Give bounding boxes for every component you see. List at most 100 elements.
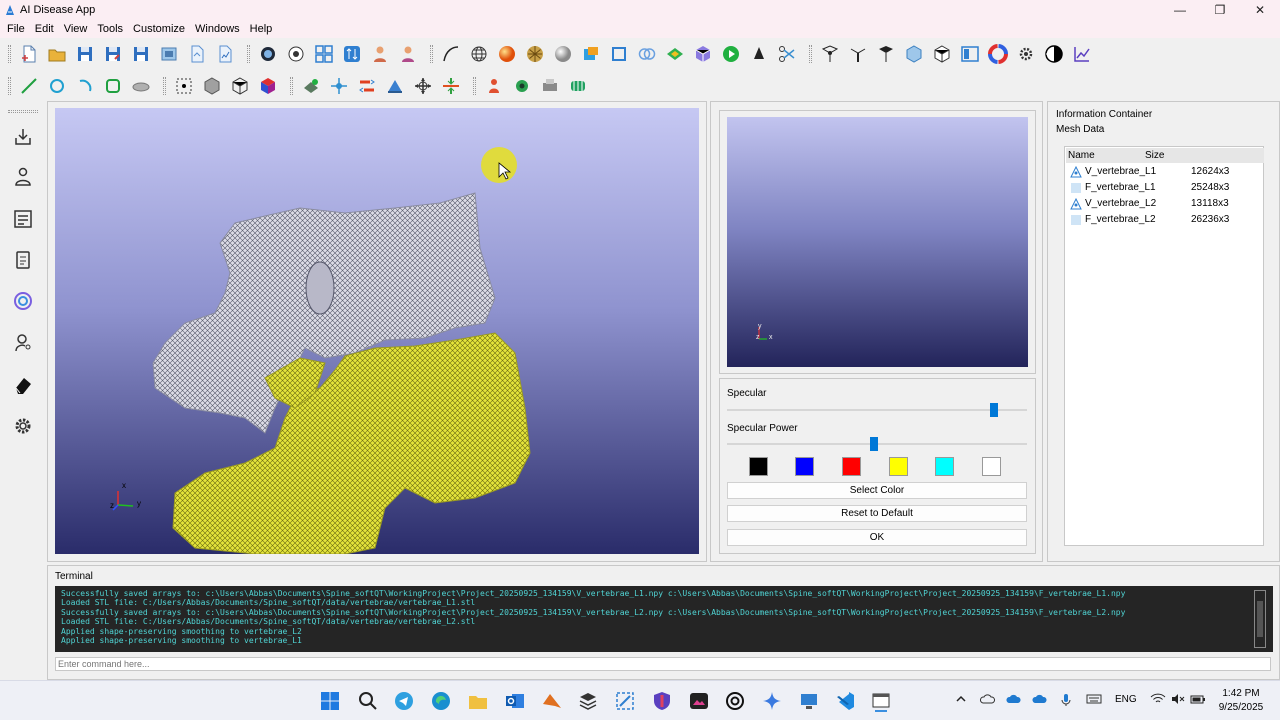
outlook-icon[interactable] bbox=[503, 689, 527, 713]
toolbar-grip[interactable] bbox=[809, 45, 812, 63]
telegram-icon[interactable] bbox=[392, 689, 416, 713]
align-icon[interactable] bbox=[353, 73, 381, 99]
screenshot-icon[interactable] bbox=[155, 41, 183, 67]
specular-slider-thumb[interactable] bbox=[990, 403, 998, 417]
transform-icon[interactable] bbox=[325, 73, 353, 99]
color-cube-icon[interactable] bbox=[254, 73, 282, 99]
wire-sphere-icon[interactable] bbox=[465, 41, 493, 67]
edge-browser-icon[interactable] bbox=[429, 689, 453, 713]
table-row[interactable]: V_vertebrae_L1 12624x3 bbox=[1066, 164, 1264, 180]
vscode-icon[interactable] bbox=[833, 689, 857, 713]
col-size-header[interactable]: Size bbox=[1145, 150, 1164, 161]
split-icon[interactable] bbox=[437, 73, 465, 99]
reset-default-button[interactable]: Reset to Default bbox=[727, 505, 1027, 522]
menu-file[interactable]: File bbox=[2, 23, 30, 35]
menu-view[interactable]: View bbox=[59, 23, 93, 35]
point-select-icon[interactable] bbox=[170, 73, 198, 99]
play-icon[interactable] bbox=[717, 41, 745, 67]
toolbar-grip[interactable] bbox=[290, 77, 293, 95]
gray-sphere-icon[interactable] bbox=[549, 41, 577, 67]
eraser-icon[interactable] bbox=[10, 372, 36, 398]
file-explorer-icon[interactable] bbox=[466, 689, 490, 713]
input-language[interactable]: ENG bbox=[1115, 694, 1137, 710]
line-tool-icon[interactable] bbox=[15, 73, 43, 99]
menu-windows[interactable]: Windows bbox=[190, 23, 245, 35]
restore-button[interactable]: ❐ bbox=[1200, 0, 1240, 20]
toolbar-grip[interactable] bbox=[473, 77, 476, 95]
spine-icon[interactable] bbox=[564, 73, 592, 99]
minimize-button[interactable]: — bbox=[1160, 0, 1200, 20]
active-app-icon[interactable] bbox=[869, 689, 893, 713]
col-name-header[interactable]: Name bbox=[1068, 150, 1095, 161]
curve-icon[interactable] bbox=[437, 41, 465, 67]
intersect-icon[interactable] bbox=[633, 41, 661, 67]
move-icon[interactable] bbox=[409, 73, 437, 99]
person-alt-icon[interactable] bbox=[394, 41, 422, 67]
settings-icon[interactable] bbox=[10, 413, 36, 439]
measure-icon[interactable] bbox=[381, 73, 409, 99]
swatch-cyan[interactable] bbox=[935, 457, 954, 476]
toolbar-grip[interactable] bbox=[247, 45, 250, 63]
select-color-button[interactable]: Select Color bbox=[727, 482, 1027, 499]
person-icon[interactable] bbox=[366, 41, 394, 67]
new-file-icon[interactable] bbox=[15, 41, 43, 67]
close-button[interactable]: ✕ bbox=[1240, 0, 1280, 20]
terminal-output[interactable]: Successfully saved arrays to: c:\Users\A… bbox=[55, 586, 1273, 652]
mesh-sphere-icon[interactable] bbox=[521, 41, 549, 67]
arc-tool-icon[interactable] bbox=[71, 73, 99, 99]
cloud-icon[interactable] bbox=[979, 693, 996, 709]
toolbar-grip[interactable] bbox=[430, 45, 433, 63]
print-icon[interactable] bbox=[536, 73, 564, 99]
specular-slider-track[interactable] bbox=[727, 409, 1027, 411]
circle-tool-icon[interactable] bbox=[43, 73, 71, 99]
eye-mesh-icon[interactable] bbox=[508, 73, 536, 99]
command-input[interactable] bbox=[55, 657, 1271, 671]
save-icon[interactable] bbox=[71, 41, 99, 67]
ok-button[interactable]: OK bbox=[727, 529, 1027, 546]
view-reset-icon[interactable] bbox=[282, 41, 310, 67]
sidebar-grip[interactable] bbox=[8, 110, 38, 113]
settings-gear-icon[interactable] bbox=[1012, 41, 1040, 67]
chatgpt-icon[interactable] bbox=[723, 689, 747, 713]
edge-select-icon[interactable] bbox=[844, 41, 872, 67]
3d-viewport[interactable]: x y z bbox=[55, 108, 699, 554]
doctor-icon[interactable] bbox=[10, 330, 36, 356]
system-clock[interactable]: 1:42 PM 9/25/2025 bbox=[1210, 687, 1272, 715]
onedrive-alt-icon[interactable] bbox=[1032, 693, 1048, 709]
table-row[interactable]: V_vertebrae_L2 13118x3 bbox=[1066, 196, 1264, 212]
contrast-icon[interactable] bbox=[1040, 41, 1068, 67]
save-all-icon[interactable] bbox=[127, 41, 155, 67]
box-view-icon[interactable] bbox=[900, 41, 928, 67]
chart-export-icon[interactable] bbox=[211, 41, 239, 67]
crop-icon[interactable] bbox=[605, 41, 633, 67]
table-row[interactable]: F_vertebrae_L2 26236x3 bbox=[1066, 212, 1264, 228]
gemini-icon[interactable] bbox=[760, 689, 784, 713]
layout-grid-icon[interactable] bbox=[310, 41, 338, 67]
panel-layout-icon[interactable] bbox=[956, 41, 984, 67]
remote-desktop-icon[interactable] bbox=[797, 689, 821, 713]
import-icon[interactable] bbox=[10, 124, 36, 150]
plot-icon[interactable] bbox=[1068, 41, 1096, 67]
swatch-blue[interactable] bbox=[795, 457, 814, 476]
swatch-yellow[interactable] bbox=[889, 457, 908, 476]
camera-icon[interactable] bbox=[254, 41, 282, 67]
wifi-icon[interactable] bbox=[1150, 693, 1166, 709]
table-row[interactable]: F_vertebrae_L1 25248x3 bbox=[1066, 180, 1264, 196]
orange-sphere-icon[interactable] bbox=[493, 41, 521, 67]
shield-app-icon[interactable] bbox=[650, 689, 674, 713]
mini-viewport[interactable]: y z x bbox=[727, 117, 1028, 367]
save-as-icon[interactable] bbox=[99, 41, 127, 67]
texture-icon[interactable] bbox=[577, 41, 605, 67]
export-icon[interactable] bbox=[183, 41, 211, 67]
mesh-tool-icon[interactable] bbox=[745, 41, 773, 67]
menu-customize[interactable]: Customize bbox=[128, 23, 190, 35]
swatch-red[interactable] bbox=[842, 457, 861, 476]
menu-tools[interactable]: Tools bbox=[92, 23, 128, 35]
patient-icon[interactable] bbox=[10, 164, 36, 190]
terminal-scrollbar[interactable] bbox=[1254, 590, 1266, 648]
keyboard-icon[interactable] bbox=[1086, 693, 1102, 709]
volume-muted-icon[interactable] bbox=[1170, 693, 1186, 709]
report-icon[interactable] bbox=[10, 206, 36, 232]
anatomy-icon[interactable] bbox=[480, 73, 508, 99]
start-windows-icon[interactable] bbox=[318, 689, 342, 713]
